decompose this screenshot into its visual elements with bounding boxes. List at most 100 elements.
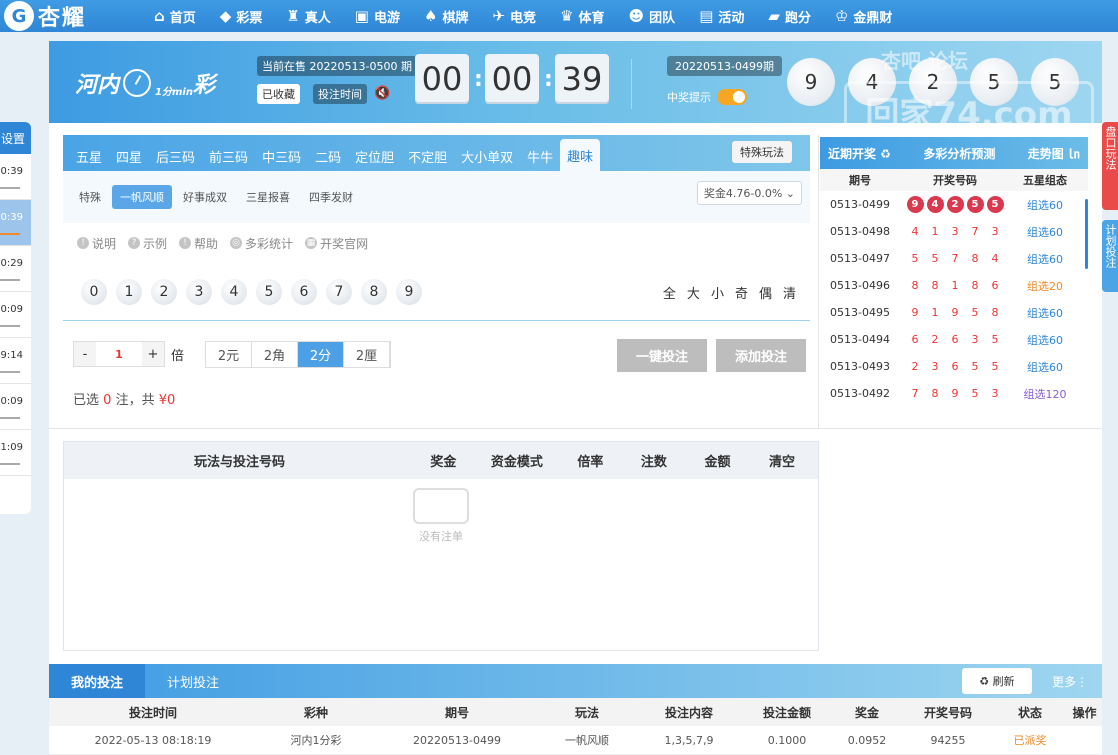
digit-ball[interactable]: 8 <box>361 278 387 305</box>
bet-time-button[interactable]: 投注时间 <box>313 84 367 104</box>
tab-play-9[interactable]: 牛牛 <box>520 141 560 171</box>
subtab-3[interactable]: 三星报喜 <box>238 185 298 209</box>
draw-type: 组选60 <box>1027 198 1063 212</box>
left-panel-item[interactable]: 1:09 <box>0 430 31 476</box>
draw-number: 9 <box>906 196 924 213</box>
nav-item-0[interactable]: ⌂ 首页 <box>154 7 196 26</box>
tab-play-1[interactable]: 四星 <box>109 141 149 171</box>
nav-item-2[interactable]: ♜ 真人 <box>286 7 330 26</box>
right-tab-handicap[interactable]: 盘口玩法 <box>1102 122 1118 210</box>
filter-button[interactable]: 偶 <box>759 283 772 302</box>
left-panel-title[interactable]: 设置 <box>0 122 31 154</box>
tab-play-7[interactable]: 不定胆 <box>401 141 454 171</box>
sports-icon: ♛ <box>560 7 574 25</box>
help-link-4[interactable]: ▦ 开奖官网 <box>305 235 368 252</box>
money-unit-option[interactable]: 2角 <box>252 342 298 367</box>
money-unit-option[interactable]: 2元 <box>206 342 252 367</box>
left-panel-item[interactable]: 0:39 <box>0 200 31 246</box>
left-panel-item[interactable]: 0:39 <box>0 154 31 200</box>
help-link-2[interactable]: ! 帮助 <box>179 235 218 252</box>
result-ball: 2 <box>909 58 957 106</box>
tab-play-4[interactable]: 中三码 <box>255 141 308 171</box>
draw-row: 0513-0492 7 8 9 5 3 组选120 <box>820 380 1088 407</box>
tab-plan-bets[interactable]: 计划投注 <box>145 664 241 698</box>
draw-number: 7 <box>971 225 979 238</box>
site-logo[interactable]: G 杏耀 <box>4 0 154 32</box>
help-link-3[interactable]: ◎ 多彩统计 <box>230 235 293 252</box>
nav-item-3[interactable]: ▣ 电游 <box>355 7 400 26</box>
left-panel-item[interactable]: 0:09 <box>0 292 31 338</box>
prize-select[interactable]: 奖金4.76-0.0% ⌄ <box>696 181 802 205</box>
digit-ball[interactable]: 3 <box>186 278 212 305</box>
digit-ball[interactable]: 2 <box>151 278 177 305</box>
subtab-4[interactable]: 四季发财 <box>301 185 361 209</box>
draw-issue: 0513-0497 <box>830 252 890 265</box>
nav-item-10[interactable]: ♔ 金鼎财 <box>835 7 892 26</box>
tab-my-bets[interactable]: 我的投注 <box>49 664 146 698</box>
table-row[interactable]: 2022-05-13 08:18:19 河内1分彩 20220513-0499 一帆风… <box>49 726 1102 755</box>
draw-issue: 0513-0499 <box>830 198 890 211</box>
more-button[interactable]: 更多⋮ <box>1052 673 1088 690</box>
draws-scrollbar[interactable] <box>1085 199 1088 269</box>
multiplier-minus-button[interactable]: - <box>74 342 96 366</box>
nav-item-9[interactable]: ▰ 跑分 <box>768 7 811 26</box>
multiplier-control: - 1 + 倍 <box>73 341 184 367</box>
draws-tab-2[interactable]: 走势图 ㏑ <box>1028 145 1080 162</box>
nav-item-8[interactable]: ▤ 活动 <box>699 7 744 26</box>
subtab-2[interactable]: 好事成双 <box>175 185 235 209</box>
help-link-0[interactable]: ! 说明 <box>77 235 116 252</box>
nav-item-4[interactable]: ♠ 棋牌 <box>424 7 468 26</box>
subtab-1[interactable]: 一帆风顺 <box>112 185 172 209</box>
filter-button[interactable]: 全 <box>663 283 676 302</box>
left-panel-item[interactable]: 0:09 <box>0 384 31 430</box>
win-notice-toggle[interactable] <box>717 89 747 105</box>
left-panel-item[interactable]: 9:14 <box>0 338 31 384</box>
draw-type: 组选60 <box>1027 225 1063 239</box>
refresh-button[interactable]: ♻ 刷新 <box>962 668 1032 694</box>
digit-ball[interactable]: 7 <box>326 278 352 305</box>
draws-col-issue: 期号 <box>849 174 871 187</box>
filter-button[interactable]: 奇 <box>735 283 748 302</box>
tab-play-6[interactable]: 定位胆 <box>348 141 401 171</box>
special-play-button[interactable]: 特殊玩法 <box>732 141 792 163</box>
digit-ball[interactable]: 9 <box>396 278 422 305</box>
tab-play-3[interactable]: 前三码 <box>202 141 255 171</box>
money-unit-option[interactable]: 2分 <box>298 342 344 367</box>
draws-tab-1[interactable]: 多彩分析预测 <box>923 145 995 162</box>
digit-ball[interactable]: 0 <box>81 278 107 305</box>
tab-play-10[interactable]: 趣味 <box>560 139 601 171</box>
tab-play-8[interactable]: 大小单双 <box>454 141 520 171</box>
digit-ball[interactable]: 5 <box>256 278 282 305</box>
digit-ball[interactable]: 6 <box>291 278 317 305</box>
multiplier-plus-button[interactable]: + <box>142 342 164 366</box>
summary-amount: ¥0 <box>158 393 176 408</box>
mute-icon[interactable]: 🔇 <box>374 86 390 101</box>
filter-button[interactable]: 清 <box>783 283 796 302</box>
multiplier-input[interactable]: 1 <box>96 342 142 366</box>
digit-ball[interactable]: 4 <box>221 278 247 305</box>
left-panel-item[interactable]: 0:29 <box>0 246 31 292</box>
right-tab-plan[interactable]: 计划投注 <box>1102 220 1118 292</box>
favorite-button[interactable]: 已收藏 <box>257 84 300 104</box>
filter-button[interactable]: 小 <box>711 283 724 302</box>
nav-item-1[interactable]: ◆ 彩票 <box>220 7 263 26</box>
add-bet-button[interactable]: 添加投注 <box>716 339 806 372</box>
draw-type: 组选120 <box>1023 387 1067 401</box>
money-unit-option[interactable]: 2厘 <box>344 342 390 367</box>
filter-button[interactable]: 大 <box>687 283 700 302</box>
draws-tab-0[interactable]: 近期开奖 ♻ <box>828 145 891 162</box>
tab-play-2[interactable]: 后三码 <box>149 141 202 171</box>
tab-play-0[interactable]: 五星 <box>69 141 109 171</box>
digit-ball[interactable]: 1 <box>116 278 142 305</box>
subtab-0[interactable]: 特殊 <box>71 185 109 209</box>
previous-issue-label: 20220513-0499期 <box>667 56 782 76</box>
help-link-1[interactable]: ? 示例 <box>128 235 167 252</box>
nav-item-5[interactable]: ✈ 电竞 <box>492 7 536 26</box>
nav-item-6[interactable]: ♛ 体育 <box>560 7 604 26</box>
draw-number: 7 <box>911 387 919 400</box>
lottery-icon: ◆ <box>219 7 232 25</box>
tab-play-5[interactable]: 二码 <box>308 141 348 171</box>
nav-item-7[interactable]: ☻ 团队 <box>629 7 676 26</box>
bet-list-col[interactable]: 清空 <box>746 451 818 470</box>
quick-bet-button[interactable]: 一键投注 <box>617 339 707 372</box>
